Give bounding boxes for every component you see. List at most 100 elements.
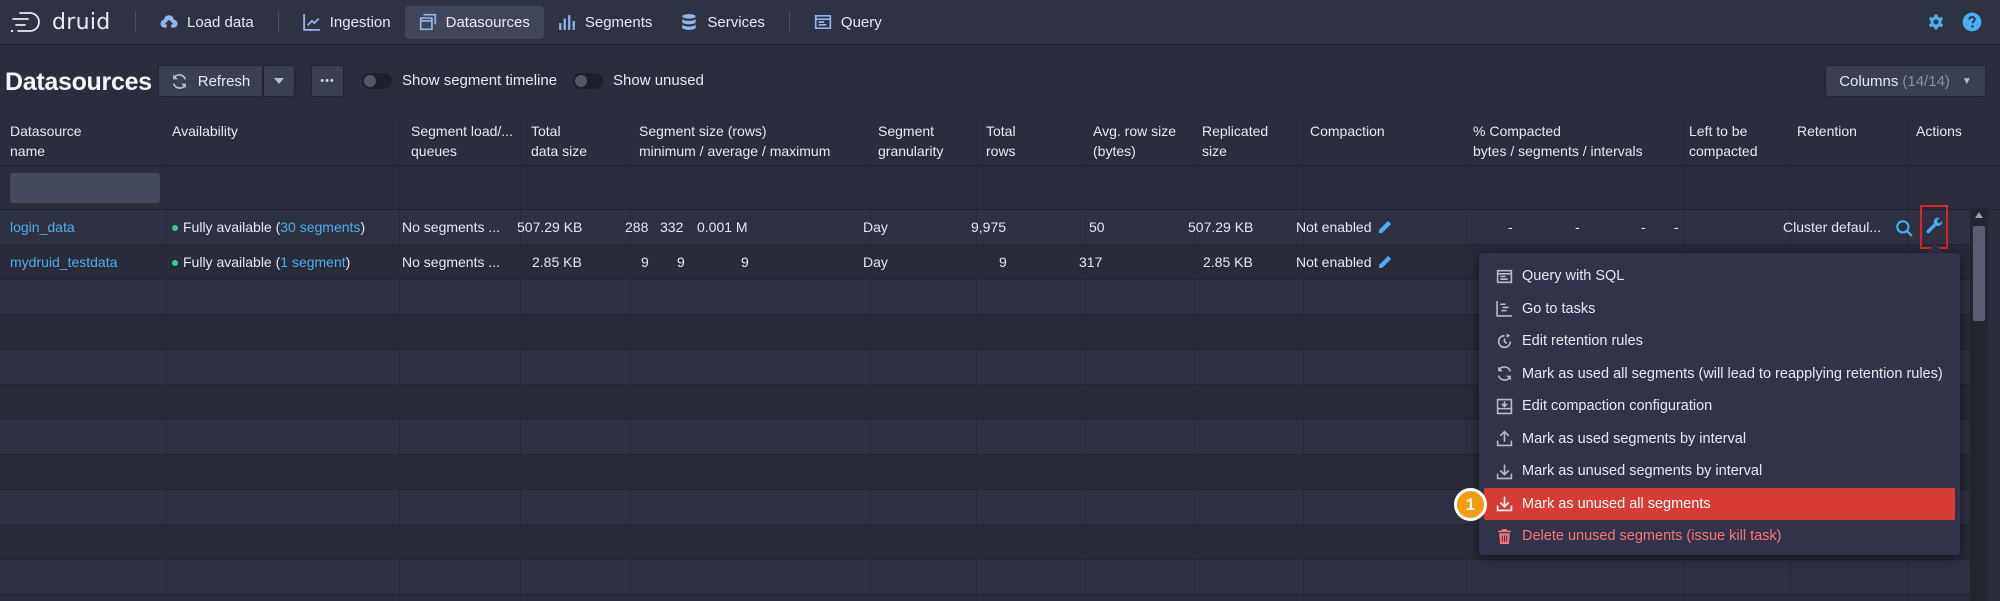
menu-item-mark-used-by-interval[interactable]: Mark as used segments by interval: [1484, 423, 1955, 456]
header-total-rows[interactable]: Total rows: [986, 121, 1016, 161]
menu-item-edit-retention-rules[interactable]: Edit retention rules: [1484, 325, 1955, 358]
header-replicated-size[interactable]: Replicated size: [1202, 121, 1268, 161]
column-divider: [1303, 113, 1304, 601]
menu-item-label: Mark as unused all segments: [1522, 495, 1711, 512]
nav-label: Segments: [584, 13, 653, 31]
datasource-name-link[interactable]: mydruid_testdata: [10, 245, 117, 280]
gear-icon[interactable]: [1926, 12, 1946, 32]
bar-chart-icon: [558, 15, 575, 30]
left-to-compact-cell: -: [1674, 219, 1679, 235]
column-divider: [976, 113, 977, 601]
menu-item-go-to-tasks[interactable]: Go to tasks: [1484, 293, 1955, 326]
nav-segments[interactable]: Segments: [544, 6, 667, 39]
header-line: (bytes): [1093, 143, 1136, 159]
help-icon[interactable]: [1962, 12, 1982, 32]
header-retention[interactable]: Retention: [1797, 121, 1857, 141]
column-divider: [166, 113, 167, 601]
scroll-thumb[interactable]: [1973, 226, 1985, 321]
header-avg-row-size[interactable]: Avg. row size (bytes): [1093, 121, 1176, 161]
divider: [135, 11, 136, 33]
columns-button[interactable]: Columns (14/14) ▼: [1825, 65, 1986, 97]
segments-link[interactable]: 1 segment: [280, 254, 345, 270]
brand-name: druid: [52, 9, 111, 35]
column-divider: [1466, 113, 1467, 601]
header-line: Segment load/...: [411, 123, 513, 139]
nav-load-data[interactable]: Load data: [146, 6, 268, 39]
header-segment-size[interactable]: Segment size (rows) minimum / average / m…: [639, 121, 830, 161]
druid-logo[interactable]: druid: [10, 10, 125, 35]
total-rows-cell: 9,975: [971, 219, 1007, 235]
druid-logo-icon: [10, 12, 40, 33]
header-load-queues[interactable]: Segment load/... queues: [411, 121, 513, 161]
retention-cell[interactable]: Cluster defaul...: [1783, 210, 1881, 245]
pct-bytes-cell: -: [1508, 219, 1513, 235]
compaction-cell[interactable]: Not enabled: [1296, 210, 1392, 245]
availability-cell: Fully available (30 segments): [172, 210, 365, 245]
replicated-size-cell: 507.29 KB: [1188, 219, 1254, 235]
datasource-name-link[interactable]: login_data: [10, 210, 75, 245]
header-total-data-size[interactable]: Total data size: [531, 121, 587, 161]
column-divider: [399, 113, 400, 601]
vertical-scrollbar[interactable]: [1970, 208, 1988, 601]
avg-row-size-cell: 317: [1079, 254, 1103, 270]
menu-item-label: Edit compaction configuration: [1522, 398, 1713, 415]
switch-track[interactable]: [362, 72, 392, 89]
menu-item-mark-unused-all[interactable]: Mark as unused all segments: [1484, 487, 1955, 520]
menu-item-mark-used-all[interactable]: Mark as used all segments (will lead to …: [1484, 358, 1955, 391]
switch-track[interactable]: [573, 72, 603, 89]
segments-link[interactable]: 30 segments: [280, 219, 360, 235]
menu-item-label: Mark as used segments by interval: [1522, 430, 1747, 447]
application-icon: [814, 14, 832, 30]
refresh-options-button[interactable]: [263, 65, 295, 97]
nav-datasources[interactable]: Datasources: [404, 5, 544, 39]
segment-avg-cell: 332: [660, 219, 684, 235]
actions-wrench-button[interactable]: [1920, 205, 1948, 249]
more-button[interactable]: •••: [311, 65, 344, 97]
edit-icon[interactable]: [1378, 255, 1392, 269]
header-line: Segment size (rows): [639, 123, 767, 139]
compaction-cell[interactable]: Not enabled: [1296, 245, 1392, 280]
header-line: minimum / average / maximum: [639, 143, 831, 159]
column-divider: [1085, 113, 1086, 601]
header-datasource[interactable]: Datasource name: [10, 121, 82, 161]
page-title: Datasources: [5, 68, 152, 96]
menu-item-delete-unused[interactable]: Delete unused segments (issue kill task): [1484, 520, 1955, 553]
nav-query[interactable]: Query: [800, 6, 896, 39]
header-granularity[interactable]: Segment granularity: [878, 121, 943, 161]
multi-window-icon: [419, 13, 436, 31]
header-availability[interactable]: Availability: [172, 121, 238, 141]
edit-icon[interactable]: [1378, 220, 1392, 234]
header-pct-compacted[interactable]: % Compacted bytes / segments / intervals: [1473, 121, 1643, 161]
nav-ingestion[interactable]: Ingestion: [289, 6, 405, 39]
header-line: Avg. row size: [1093, 123, 1176, 139]
trash-icon: [1498, 528, 1511, 544]
nav-services[interactable]: Services: [666, 6, 779, 39]
filter-row: [0, 166, 2000, 210]
header-left-to-compact[interactable]: Left to be compacted: [1689, 121, 1757, 161]
menu-item-mark-unused-by-interval[interactable]: Mark as unused segments by interval: [1484, 455, 1955, 488]
toggle-label: Show unused: [613, 72, 704, 89]
segment-timeline-toggle[interactable]: Show segment timeline: [362, 72, 557, 89]
header-line: % Compacted: [1473, 123, 1561, 139]
upload-icon: [1496, 430, 1513, 447]
header-line: data size: [531, 143, 588, 159]
header-line: name: [10, 143, 46, 159]
menu-item-label: Edit retention rules: [1522, 333, 1643, 350]
automatic-updates-icon: [1497, 333, 1512, 348]
menu-item-query-with-sql[interactable]: Query with SQL: [1484, 260, 1955, 293]
scroll-up-arrow-icon[interactable]: [1975, 212, 1983, 218]
refresh-button[interactable]: Refresh: [158, 65, 263, 97]
header-line: Left to be: [1689, 123, 1748, 139]
columns-count: (14/14): [1902, 72, 1950, 90]
show-unused-toggle[interactable]: Show unused: [573, 72, 704, 89]
header-compaction[interactable]: Compaction: [1310, 121, 1385, 141]
datasource-name-filter-input[interactable]: [10, 173, 160, 203]
menu-item-edit-compaction[interactable]: Edit compaction configuration: [1484, 390, 1955, 423]
top-navbar: druid Load data Ingestion Datasources Se…: [0, 0, 2000, 45]
search-icon[interactable]: [1895, 219, 1913, 237]
avg-row-size-cell: 50: [1089, 219, 1105, 235]
column-divider: [1194, 113, 1195, 601]
column-divider: [870, 113, 871, 601]
menu-item-label: Go to tasks: [1522, 300, 1596, 317]
cloud-upload-icon: [160, 15, 178, 28]
